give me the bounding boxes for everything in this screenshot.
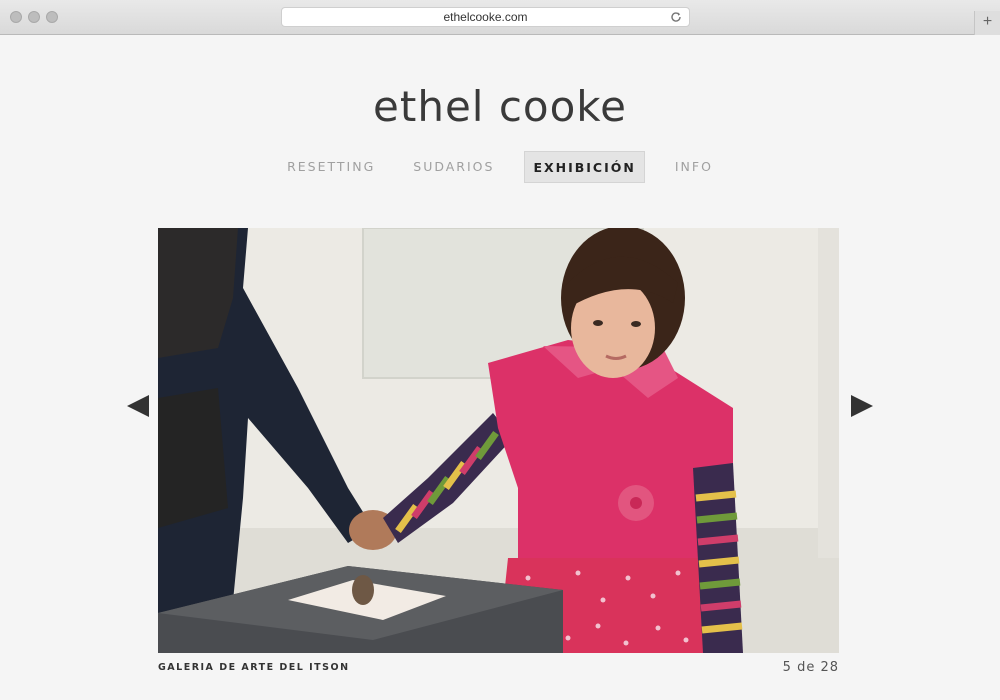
nav-item-info[interactable]: INFO	[667, 151, 721, 183]
close-window-button[interactable]	[10, 11, 22, 23]
site-title[interactable]: ethel cooke	[0, 82, 1000, 131]
plus-icon: +	[982, 13, 993, 30]
address-bar[interactable]: ethelcooke.com	[281, 7, 690, 27]
reload-icon[interactable]	[669, 10, 683, 24]
nav-item-sudarios[interactable]: SUDARIOS	[405, 151, 502, 183]
photo-caption: GALERIA DE ARTE DEL ITSON	[158, 662, 350, 673]
arrow-right-icon[interactable]	[849, 393, 875, 419]
photo-counter: 5 de 28	[782, 660, 839, 675]
photo-illustration	[158, 228, 839, 653]
main-nav: RESETTING SUDARIOS EXHIBICIÓN INFO	[0, 151, 1000, 183]
zoom-window-button[interactable]	[46, 11, 58, 23]
url-text: ethelcooke.com	[443, 10, 528, 24]
browser-toolbar: ethelcooke.com +	[0, 0, 1000, 35]
arrow-left-icon[interactable]	[125, 393, 151, 419]
nav-item-resetting[interactable]: RESETTING	[279, 151, 383, 183]
new-tab-button[interactable]: +	[974, 11, 1000, 35]
gallery-photo[interactable]	[158, 228, 839, 653]
nav-item-exhibicion[interactable]: EXHIBICIÓN	[524, 151, 645, 183]
minimize-window-button[interactable]	[28, 11, 40, 23]
